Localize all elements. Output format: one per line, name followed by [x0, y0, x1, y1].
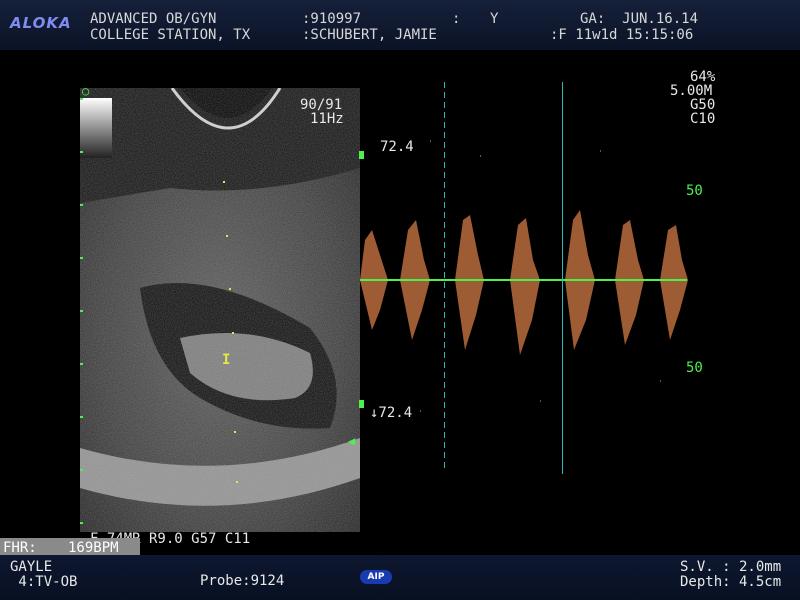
svg-text:I: I: [222, 352, 230, 368]
bmode-image[interactable]: I: [80, 88, 360, 532]
orientation-icon: ○: [82, 84, 90, 98]
doppler-param-gain: G50: [690, 97, 716, 113]
doppler-mark-lower: 50: [686, 360, 703, 376]
frame-rate: 90/91: [300, 97, 343, 113]
patient-name: :SCHUBERT, JAMIE: [302, 27, 437, 43]
velocity-scale-top: 72.4: [380, 139, 414, 155]
scale-bottom-marker: [359, 400, 364, 408]
doppler-mark-upper: 50: [686, 183, 703, 199]
footer-bar: GAYLE 4:TV-OB Probe:9124 S.V. : 2.0mm De…: [0, 555, 800, 600]
probe-label: Probe:9124: [200, 573, 285, 589]
doppler-param-power: 64%: [690, 69, 716, 85]
fhr-readout: FHR: 169BPM: [0, 538, 140, 556]
sample-volume-marker[interactable]: I: [222, 352, 230, 368]
exam-preset: 4:TV-OB: [10, 574, 78, 590]
focus-marker-icon: ◀: [348, 434, 356, 448]
time-cursor-dashed[interactable]: [444, 82, 445, 472]
doppler-baseline[interactable]: [360, 279, 687, 281]
gestational-age-date: GA: JUN.16.14: [580, 11, 699, 27]
grayscale-bar: [80, 98, 112, 158]
clinic-name: ADVANCED OB/GYN: [90, 11, 217, 27]
frame-freq: 11Hz: [310, 111, 344, 127]
id-flag: Y: [490, 11, 499, 27]
id-separator: :: [452, 11, 461, 27]
doppler-param-freq: 5.00M: [670, 83, 713, 99]
doppler-param-contrast: C10: [690, 111, 716, 127]
fhr-value: 169BPM: [68, 540, 119, 556]
depth-readout: Depth: 4.5cm: [680, 574, 782, 590]
fhr-label: FHR:: [3, 540, 37, 556]
sample-volume: S.V. : 2.0mm: [680, 559, 782, 575]
header-bar: ALOKA ADVANCED OB/GYN COLLEGE STATION, T…: [0, 0, 800, 50]
doppler-waveform: [360, 210, 688, 355]
exam-status-time: :F 11w1d 15:15:06: [550, 27, 694, 43]
patient-id: :910997: [302, 11, 362, 27]
time-cursor-solid[interactable]: [562, 82, 563, 474]
aip-button[interactable]: AIP: [360, 570, 392, 584]
aloka-logo: ALOKA: [10, 14, 72, 32]
scale-top-marker: [359, 151, 364, 159]
operator-name: GAYLE: [10, 559, 53, 575]
velocity-scale-bottom: ↓72.4: [370, 405, 413, 421]
clinic-location: COLLEGE STATION, TX: [90, 27, 251, 43]
